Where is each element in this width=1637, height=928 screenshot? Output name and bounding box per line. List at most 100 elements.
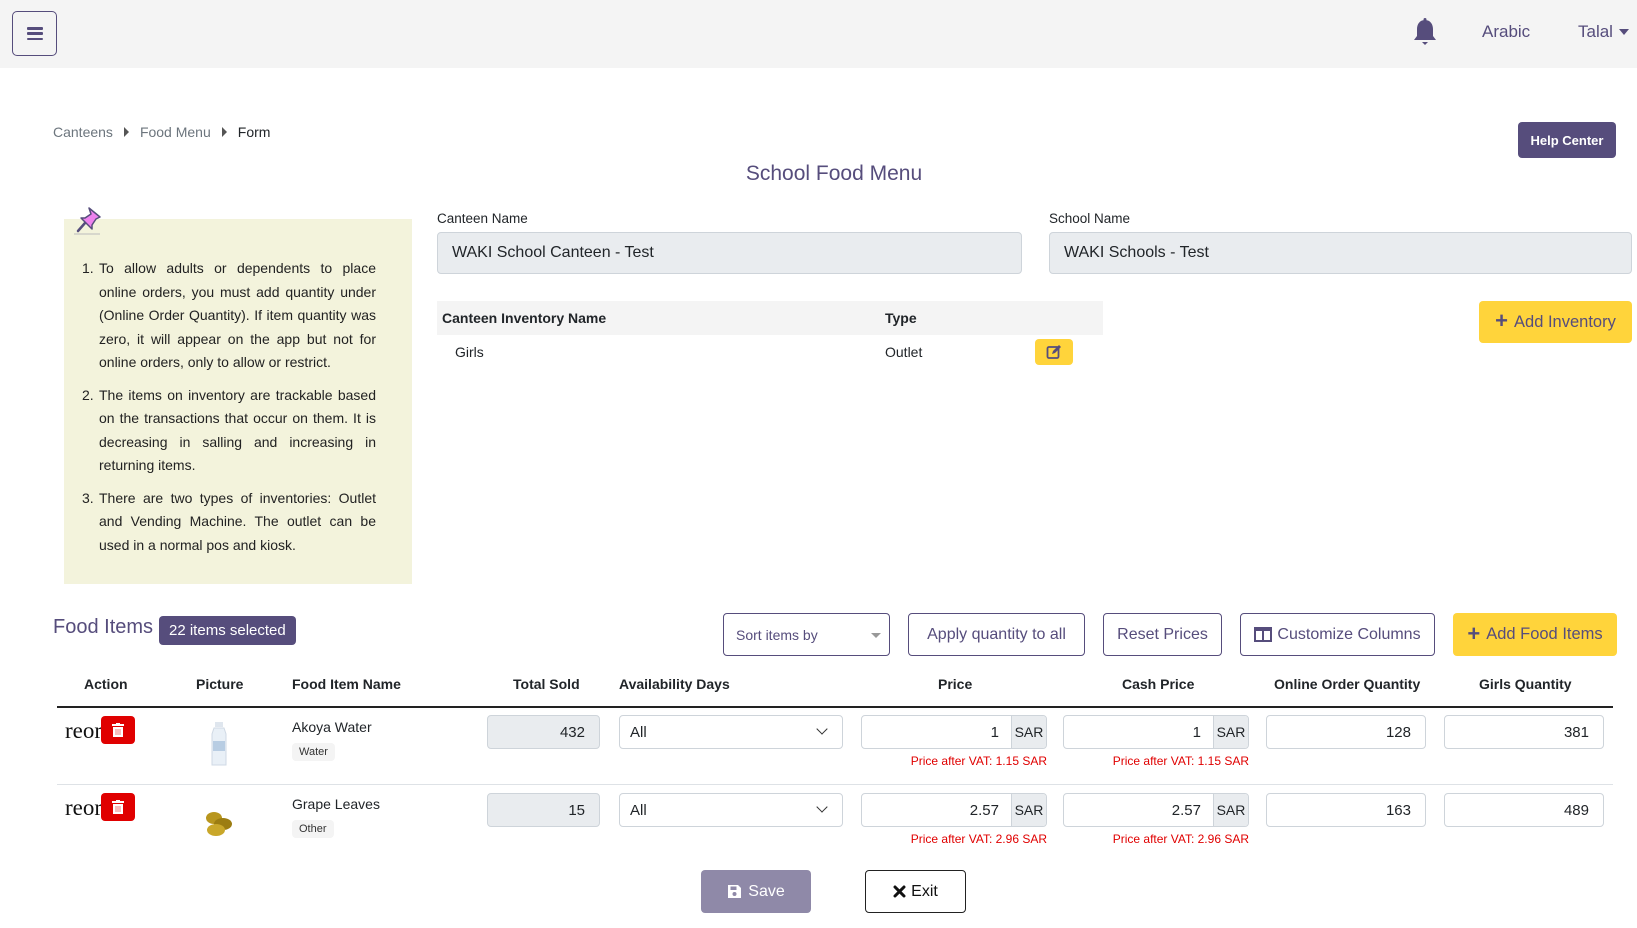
availability-days-select[interactable]: All — [619, 793, 843, 827]
top-navbar: Arabic Talal — [0, 0, 1637, 68]
edit-inventory-button[interactable] — [1035, 339, 1073, 365]
delete-item-button[interactable] — [101, 793, 135, 821]
food-item-name: Akoya Water — [292, 719, 372, 735]
floppy-disk-icon — [728, 885, 742, 898]
info-notes-list: 1. To allow adults or dependents to place… — [82, 257, 376, 557]
plus-icon: + — [1495, 308, 1509, 333]
availability-value: All — [630, 723, 647, 741]
trash-icon — [112, 723, 124, 737]
header-price: Price — [938, 676, 973, 692]
row-divider — [57, 784, 1613, 785]
online-order-quantity-input[interactable]: 163 — [1266, 793, 1426, 827]
breadcrumb-separator-icon — [123, 127, 129, 137]
header-online-order-quantity: Online Order Quantity — [1274, 676, 1421, 692]
breadcrumb: Canteens Food Menu Form — [53, 124, 270, 140]
apply-quantity-button[interactable]: Apply quantity to all — [908, 613, 1085, 656]
food-item-category: Water — [292, 743, 335, 761]
save-button[interactable]: Save — [701, 870, 811, 913]
page-title: School Food Menu — [745, 162, 923, 185]
total-sold-field: 15 — [487, 793, 600, 827]
availability-value: All — [630, 801, 647, 819]
cash-price-input[interactable]: 2.57 — [1064, 794, 1213, 826]
chevron-down-icon — [816, 723, 828, 735]
note-text: The items on inventory are trackable bas… — [99, 386, 376, 474]
language-switch-link[interactable]: Arabic — [1482, 22, 1530, 42]
note-text: There are two types of inventories: Outl… — [99, 489, 376, 553]
inventory-name: Girls — [455, 344, 484, 360]
header-action: Action — [84, 676, 128, 692]
availability-days-select[interactable]: All — [619, 715, 843, 749]
cash-price-currency: SAR — [1213, 716, 1248, 748]
add-food-items-label: Add Food Items — [1486, 625, 1603, 643]
customize-columns-button[interactable]: Customize Columns — [1240, 613, 1435, 656]
food-item-category: Other — [292, 820, 334, 838]
add-inventory-label: Add Inventory — [1514, 312, 1616, 331]
cash-price-input[interactable]: 1 — [1064, 716, 1213, 748]
save-label: Save — [748, 882, 785, 900]
user-name: Talal — [1578, 22, 1613, 41]
add-inventory-button[interactable]: + Add Inventory — [1479, 301, 1632, 343]
hamburger-icon — [26, 27, 43, 40]
price-input-group[interactable]: 1 SAR — [861, 715, 1047, 749]
breadcrumb-canteens[interactable]: Canteens — [53, 124, 113, 140]
header-availability-days: Availability Days — [619, 676, 730, 692]
header-girls-quantity: Girls Quantity — [1479, 676, 1572, 692]
add-food-items-button[interactable]: + Add Food Items — [1453, 613, 1617, 656]
header-total-sold: Total Sold — [513, 676, 580, 692]
note-number: 2. — [82, 386, 94, 403]
pushpin-icon — [74, 207, 101, 235]
info-note: 3. There are two types of inventories: Ou… — [82, 487, 376, 558]
cash-price-input-group[interactable]: 1 SAR — [1063, 715, 1249, 749]
price-input-group[interactable]: 2.57 SAR — [861, 793, 1047, 827]
table-header-divider — [57, 706, 1613, 708]
price-vat-note: Price after VAT: 1.15 SAR — [910, 754, 1047, 768]
breadcrumb-food-menu[interactable]: Food Menu — [140, 124, 211, 140]
caret-down-icon — [1618, 29, 1629, 35]
inventory-table: Canteen Inventory Name Type Girls Outlet — [437, 301, 1103, 369]
inventory-table-header: Canteen Inventory Name Type — [437, 301, 1103, 335]
menu-toggle-button[interactable] — [12, 11, 57, 56]
canteen-name-field[interactable]: WAKI School Canteen - Test — [437, 232, 1022, 274]
online-order-quantity-input[interactable]: 128 — [1266, 715, 1426, 749]
reset-prices-button[interactable]: Reset Prices — [1103, 613, 1222, 656]
note-number: 1. — [82, 260, 94, 276]
close-icon — [893, 885, 906, 898]
price-input[interactable]: 2.57 — [862, 794, 1011, 826]
cash-price-currency: SAR — [1213, 794, 1248, 826]
breadcrumb-form: Form — [237, 124, 271, 140]
edit-icon — [1046, 345, 1061, 359]
header-cash-price: Cash Price — [1122, 676, 1195, 692]
info-notes-panel: 1. To allow adults or dependents to place… — [64, 219, 412, 584]
customize-columns-label: Customize Columns — [1277, 625, 1421, 643]
caret-down-icon — [871, 633, 881, 638]
grape-leaves-image — [206, 812, 232, 836]
plus-icon: + — [1467, 620, 1481, 646]
cash-price-input-group[interactable]: 2.57 SAR — [1063, 793, 1249, 827]
sort-items-select[interactable]: Sort items by — [723, 613, 890, 656]
info-note: 1. To allow adults or dependents to place… — [82, 257, 376, 375]
user-menu-dropdown[interactable]: Talal — [1578, 22, 1629, 42]
note-text: To allow adults or dependents to place o… — [99, 260, 376, 370]
columns-icon — [1254, 627, 1273, 642]
food-item-name: Grape Leaves — [292, 796, 380, 812]
note-number: 3. — [82, 489, 94, 506]
girls-quantity-input[interactable]: 381 — [1444, 715, 1604, 749]
school-name-field[interactable]: WAKI Schools - Test — [1049, 232, 1632, 274]
school-name-label: School Name — [1049, 211, 1131, 226]
inventory-type: Outlet — [885, 344, 923, 360]
header-inventory-name: Canteen Inventory Name — [442, 310, 607, 326]
delete-item-button[interactable] — [101, 716, 135, 744]
info-note: 2. The items on inventory are trackable b… — [82, 384, 376, 478]
canteen-name-label: Canteen Name — [437, 211, 528, 226]
girls-quantity-input[interactable]: 489 — [1444, 793, 1604, 827]
header-picture: Picture — [196, 676, 244, 692]
notification-bell-icon[interactable] — [1412, 18, 1438, 48]
chevron-down-icon — [816, 801, 828, 813]
price-input[interactable]: 1 — [862, 716, 1011, 748]
items-selected-badge: 22 items selected — [159, 616, 296, 645]
price-currency: SAR — [1011, 794, 1046, 826]
help-center-button[interactable]: Help Center — [1518, 122, 1616, 158]
price-vat-note: Price after VAT: 2.96 SAR — [910, 832, 1047, 846]
exit-button[interactable]: Exit — [865, 870, 966, 913]
food-items-title: Food Items — [53, 616, 154, 638]
